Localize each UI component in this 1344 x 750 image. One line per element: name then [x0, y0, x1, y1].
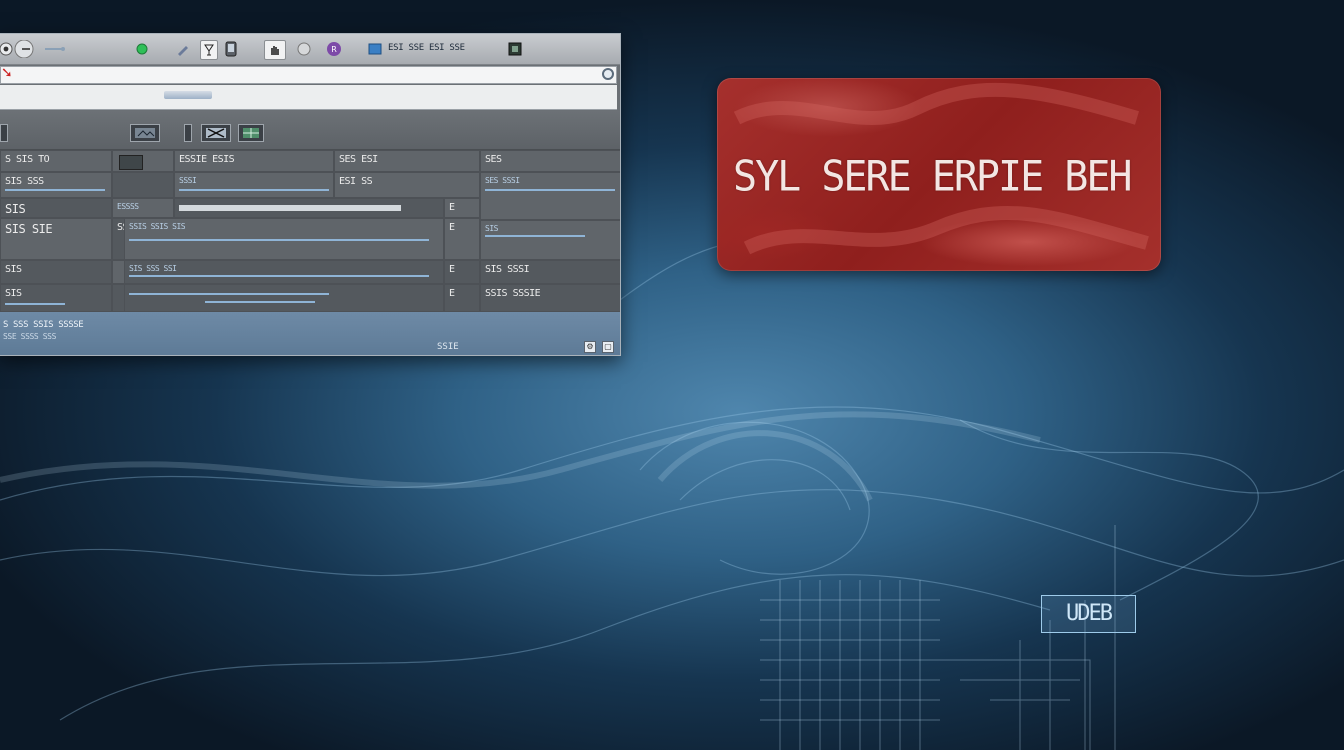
arrow-icon: ➘	[1, 65, 13, 81]
cell-text: SIS SSSI	[485, 264, 530, 275]
phone-icon[interactable]	[225, 40, 237, 58]
image-button[interactable]	[130, 124, 160, 142]
settings-icon[interactable]: ⚙	[584, 341, 596, 353]
cell-text: ESI SS	[339, 176, 373, 187]
window-menu-icon[interactable]	[508, 40, 522, 58]
cell-text: SIS	[5, 264, 22, 275]
status-center-label: SSIE	[437, 342, 459, 352]
list-item[interactable]: ESSSS	[112, 198, 174, 218]
hud-label: UDEB	[1041, 595, 1136, 633]
banner-title: SYL SERE ERPIE BEH	[733, 152, 1132, 202]
cell-text: ESSIE ESIS	[179, 154, 235, 165]
list-item[interactable]: SES	[480, 150, 620, 172]
list-item[interactable]: SIS	[0, 198, 112, 218]
title-bar: R ESI SSE ESI SSE	[0, 34, 620, 65]
cell-text: SSIS SSIS SIS	[129, 222, 186, 231]
icon-cell[interactable]: E	[444, 218, 480, 260]
thumbnail	[119, 155, 143, 170]
cell-text: SIS SIE	[5, 222, 53, 236]
progress-bar	[129, 293, 329, 295]
cell-text: SIS	[485, 224, 498, 233]
icon-cell[interactable]: E	[444, 284, 480, 312]
hand-icon[interactable]	[264, 40, 286, 60]
status-dot-icon	[136, 40, 148, 58]
list-item[interactable]: SES ESI	[334, 150, 480, 172]
list-item[interactable]	[124, 284, 444, 312]
back-icon[interactable]	[0, 40, 38, 58]
cell-text: SES ESI	[339, 154, 378, 165]
svg-text:R: R	[331, 45, 337, 54]
list-item[interactable]: SIS	[0, 284, 112, 312]
thumbnail-cell[interactable]	[112, 150, 174, 172]
list-item[interactable]: SIS SIE	[0, 218, 112, 260]
toolbar	[0, 111, 620, 150]
cell-text: SIS	[5, 202, 26, 216]
app-window: R ESI SSE ESI SSE ➘ S SIS TO SIS SSS SIS…	[0, 33, 621, 356]
status-subline: SSE SSSS SSS	[3, 332, 56, 341]
cell-text: S SIS TO	[5, 154, 50, 165]
cell-text: ESSSS	[117, 202, 139, 211]
separator-icon	[184, 124, 192, 142]
list-item[interactable]: ESSIE ESIS	[174, 150, 334, 172]
address-bar[interactable]: ➘	[0, 65, 617, 84]
cell-text: SES	[485, 154, 502, 165]
warning-banner: SYL SERE ERPIE BEH	[717, 78, 1161, 271]
cell-text: E	[449, 264, 455, 275]
active-tab[interactable]	[164, 91, 212, 99]
window-title: ESI SSE ESI SSE	[388, 43, 465, 53]
progress-bar	[485, 235, 585, 237]
cell-text: E	[449, 202, 455, 213]
pen-icon[interactable]	[176, 40, 190, 58]
status-bar: S SSS SSIS SSSSE SSE SSSS SSS SSIE ⚙ ▢	[0, 312, 620, 355]
list-item[interactable]: S SIS TO	[0, 150, 112, 172]
resize-icon[interactable]: ▢	[602, 341, 614, 353]
close-view-icon[interactable]	[201, 124, 231, 142]
cell-text: SIS SSS SSI	[129, 264, 177, 273]
progress-bar	[485, 189, 615, 191]
cell-text: E	[449, 222, 455, 233]
cell-text: E	[449, 288, 455, 299]
glass-icon[interactable]	[200, 40, 218, 60]
progress-bar	[129, 239, 429, 241]
list-item[interactable]: SSIS SSSIE	[480, 284, 620, 312]
progress-bar	[179, 189, 329, 191]
list-item[interactable]: SIS SSS SSI	[124, 260, 444, 284]
progress-bar	[205, 301, 315, 303]
icon-cell[interactable]: E	[444, 260, 480, 284]
progress-bar	[129, 275, 429, 277]
tab-strip	[0, 85, 617, 157]
data-grid: S SIS TO SIS SSS SIS SIS SIE SIS SIS ESS…	[0, 150, 620, 312]
cell-text: SSIS SSSIE	[485, 288, 541, 299]
cell-text: SSSI	[179, 176, 197, 185]
status-line: S SSS SSIS SSSSE	[3, 320, 84, 330]
collapse-button[interactable]	[0, 124, 8, 142]
list-item[interactable]: SES SSSI	[480, 172, 620, 220]
list-item[interactable]: ESI SS	[334, 172, 480, 198]
mail-icon[interactable]	[368, 40, 382, 58]
refresh-icon[interactable]	[602, 68, 614, 80]
list-item[interactable]	[112, 172, 174, 198]
list-item[interactable]: SIS SSSI	[480, 260, 620, 284]
list-item[interactable]: SSSI	[174, 172, 334, 198]
list-item[interactable]: SIS	[480, 220, 620, 260]
list-item[interactable]: SIS	[0, 260, 112, 284]
user-badge-icon[interactable]: R	[326, 40, 342, 58]
record-icon[interactable]	[297, 40, 311, 58]
text-field[interactable]	[179, 205, 401, 211]
icon-cell[interactable]: E	[444, 198, 480, 218]
list-item[interactable]: SSIS SSIS SIS	[124, 218, 444, 260]
key-icon[interactable]	[44, 40, 66, 58]
cell-text: SIS SSS	[5, 176, 44, 187]
cell-text: SES SSSI	[485, 176, 520, 185]
progress-bar	[5, 303, 65, 305]
list-item[interactable]: SIS SSS	[0, 172, 112, 198]
list-item[interactable]	[174, 198, 444, 218]
cell-text: SIS	[5, 288, 22, 299]
grid-view-icon[interactable]	[238, 124, 264, 142]
progress-bar	[5, 189, 105, 191]
